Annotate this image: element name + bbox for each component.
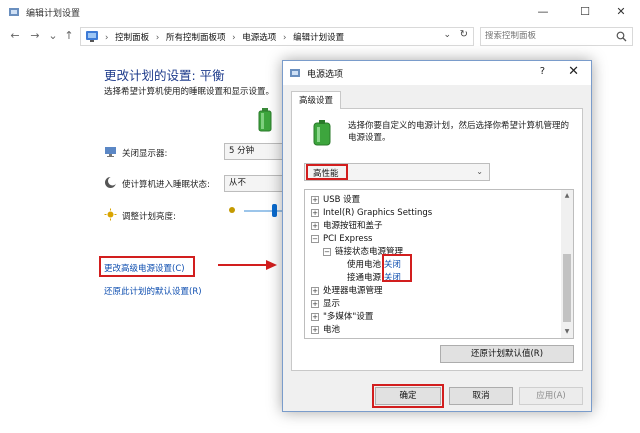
expand-icon[interactable]: +: [311, 326, 319, 334]
page-title: 更改计划的设置: 平衡: [104, 68, 225, 83]
refresh-icon[interactable]: ↻: [460, 29, 468, 40]
tree-item-power-buttons[interactable]: + 电源按钮和盖子: [311, 220, 383, 232]
highlight-ok-button: [372, 384, 444, 408]
tree-item-label: 接通电源:: [347, 273, 384, 283]
tree-item-label: USB 设置: [323, 195, 361, 205]
restore-plan-defaults-button[interactable]: 还原计划默认值(R): [440, 345, 574, 363]
window-title: 编辑计划设置: [26, 9, 81, 19]
breadcrumb-power-options[interactable]: 电源选项: [242, 33, 276, 43]
tree-item-label: 电池: [323, 325, 341, 335]
forward-arrow-icon[interactable]: →: [28, 28, 42, 44]
brightness-slider-thumb[interactable]: [272, 204, 277, 217]
tree-item-multimedia[interactable]: + "多媒体"设置: [311, 311, 373, 323]
tree-item-label: 显示: [323, 299, 341, 309]
settings-tree[interactable]: + USB 设置 + Intel(R) Graphics Settings + 电源按…: [304, 189, 574, 339]
power-options-icon: [290, 69, 300, 77]
maximize-button[interactable]: ☐: [570, 4, 600, 20]
close-button[interactable]: ✕: [606, 4, 636, 20]
dialog-title: 电源选项: [307, 70, 344, 80]
dialog-description: 选择你要自定义的电源计划，然后选择你希望计算机管理的电源设置。: [348, 121, 570, 143]
red-arrow-icon: [218, 260, 277, 270]
dim-sun-icon: [229, 207, 235, 213]
breadcrumb-separator: ›: [155, 33, 160, 43]
page-description: 选择希望计算机使用的睡眠设置和显示设置。: [104, 87, 275, 97]
chevron-down-icon: ⌄: [476, 167, 483, 176]
turn-off-display-select[interactable]: 5 分钟: [224, 143, 284, 160]
turn-off-display-label: 关闭显示器:: [122, 149, 168, 159]
sleep-select[interactable]: 从不: [224, 175, 284, 192]
tree-item-pci-express[interactable]: − PCI Express: [311, 233, 372, 245]
breadcrumb-separator: ›: [105, 33, 109, 43]
expand-icon[interactable]: +: [311, 222, 319, 230]
scrollbar-thumb[interactable]: [563, 254, 571, 322]
highlight-plan-value: [306, 164, 348, 180]
breadcrumb-control-panel[interactable]: 控制面板: [115, 33, 149, 43]
power-options-dialog: 电源选项 ? ✕ 高级设置 选择你要自定义的电源计划，然后选择你希望计算机管理的…: [282, 60, 592, 412]
tree-item-label: 使用电池:: [347, 260, 384, 270]
brightness-label: 调整计划亮度:: [122, 212, 176, 222]
breadcrumb-separator: ›: [282, 33, 287, 43]
moon-icon: [105, 176, 117, 188]
back-arrow-icon[interactable]: ←: [8, 28, 22, 44]
tree-item-label: 电源按钮和盖子: [323, 221, 383, 231]
collapse-icon[interactable]: −: [311, 235, 319, 243]
dialog-title-bar: 电源选项 ? ✕: [283, 61, 591, 85]
monitor-icon: [105, 147, 116, 157]
highlight-link-state-values: [382, 254, 412, 282]
cancel-button[interactable]: 取消: [449, 387, 513, 405]
expand-icon[interactable]: +: [311, 300, 319, 308]
tree-item-processor[interactable]: + 处理器电源管理: [311, 285, 383, 297]
power-options-icon: [9, 8, 19, 16]
scroll-up-icon[interactable]: ▲: [561, 190, 573, 202]
search-input[interactable]: [485, 31, 610, 41]
history-dropdown-icon[interactable]: ⌄: [46, 28, 60, 44]
help-button[interactable]: ?: [540, 66, 545, 77]
tab-strip: 高级设置: [291, 91, 583, 110]
tree-item-label: "多媒体"设置: [323, 312, 374, 322]
title-bar: 编辑计划设置 — ☐ ✕: [0, 0, 640, 24]
tree-item-display[interactable]: + 显示: [311, 298, 340, 310]
breadcrumb: › 控制面板 › 所有控制面板项 › 电源选项 › 编辑计划设置: [105, 31, 348, 43]
search-icon: [616, 31, 627, 42]
collapse-icon[interactable]: −: [323, 248, 331, 256]
address-dropdown-icon[interactable]: ⌄: [443, 30, 451, 40]
scroll-down-icon[interactable]: ▼: [561, 326, 573, 338]
control-panel-icon: [86, 31, 98, 42]
tree-item-usb[interactable]: + USB 设置: [311, 194, 360, 206]
sun-icon: [104, 208, 117, 221]
restore-defaults-link[interactable]: 还原此计划的默认设置(R): [104, 285, 202, 297]
battery-icon: [258, 108, 272, 132]
highlight-advanced-link: [99, 256, 195, 277]
expand-icon[interactable]: +: [311, 196, 319, 204]
tree-item-battery[interactable]: + 电池: [311, 324, 340, 336]
navigation-bar: ← → ⌄ ↑ › 控制面板 › 所有控制面板项 › 电源选项 › 编辑计划设置…: [0, 24, 640, 48]
breadcrumb-edit-plan[interactable]: 编辑计划设置: [293, 33, 344, 43]
minimize-button[interactable]: —: [528, 4, 558, 20]
power-plan-icon: [313, 120, 331, 146]
brightness-slider-track[interactable]: [244, 210, 284, 212]
apply-button[interactable]: 应用(A): [519, 387, 583, 405]
tree-item-label: 处理器电源管理: [323, 286, 383, 296]
expand-icon[interactable]: +: [311, 287, 319, 295]
tree-item-label: PCI Express: [323, 234, 373, 244]
up-arrow-icon[interactable]: ↑: [62, 28, 76, 44]
search-box[interactable]: [480, 27, 633, 46]
breadcrumb-separator: ›: [232, 33, 236, 43]
expand-icon[interactable]: +: [311, 313, 319, 321]
tree-item-label: Intel(R) Graphics Settings: [323, 208, 433, 218]
advanced-settings-panel: 选择你要自定义的电源计划，然后选择你希望计算机管理的电源设置。 高性能 ⌄ + U…: [291, 109, 583, 371]
dialog-close-button[interactable]: ✕: [568, 64, 579, 79]
expand-icon[interactable]: +: [311, 209, 319, 217]
tab-advanced-settings[interactable]: 高级设置: [291, 91, 341, 110]
breadcrumb-all-items[interactable]: 所有控制面板项: [166, 33, 226, 43]
address-bar[interactable]: › 控制面板 › 所有控制面板项 › 电源选项 › 编辑计划设置 ⌄ ↻: [80, 27, 474, 46]
tree-item-intel-graphics[interactable]: + Intel(R) Graphics Settings: [311, 207, 432, 219]
sleep-label: 使计算机进入睡眠状态:: [122, 180, 210, 190]
tree-scrollbar[interactable]: ▲ ▼: [561, 190, 573, 338]
